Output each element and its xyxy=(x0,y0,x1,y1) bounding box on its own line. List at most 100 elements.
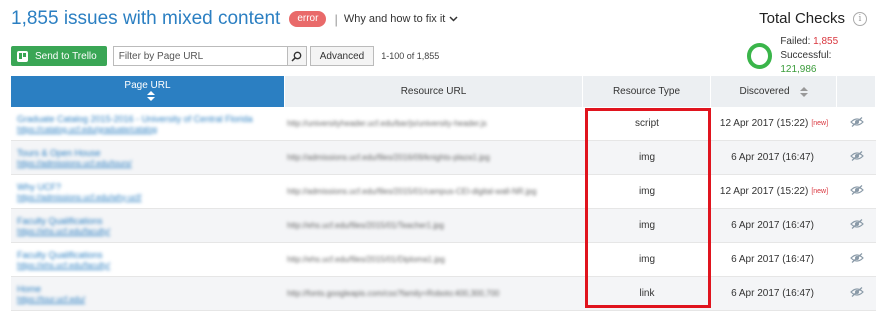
search-button[interactable] xyxy=(287,46,307,66)
search-icon xyxy=(291,51,302,62)
column-page-url-label: Page URL xyxy=(124,80,171,91)
table-row: Home https://tour.ucf.edu/http://fonts.go… xyxy=(11,277,876,311)
discovered-date: 12 Apr 2017 (15:22) xyxy=(719,118,809,129)
hide-row-button[interactable] xyxy=(837,209,876,242)
why-and-how-link[interactable]: Why and how to fix it xyxy=(344,13,459,25)
page-title-link[interactable]: Why UCF? xyxy=(17,182,279,192)
column-discovered-label: Discovered xyxy=(739,86,790,97)
resource-url-text: http://universityheader.ucf.edu/bar/js/u… xyxy=(287,118,487,128)
page-title-link[interactable]: Home xyxy=(17,284,279,294)
page-url-link[interactable]: https://ehs.ucf.edu/faculty/ xyxy=(17,227,279,236)
advanced-filter-button[interactable]: Advanced xyxy=(309,46,375,66)
resource-url-cell: http://fonts.googleapis.com/css?family=R… xyxy=(285,277,583,310)
page-header: 1,855 issues with mixed content error | … xyxy=(11,8,458,30)
issues-table: Page URL Resource URL Resource Type Disc… xyxy=(11,76,876,311)
page-url-cell: Why UCF? https://admissions.ucf.edu/why-u… xyxy=(11,175,285,208)
discovered-cell: 12 Apr 2017 (15:22) [new] xyxy=(711,175,837,208)
column-visibility xyxy=(837,76,876,107)
column-resource-type: Resource Type xyxy=(583,76,711,107)
resource-url-cell: http://ehs.ucf.edu/files/2015/01/Teacher… xyxy=(285,209,583,242)
header-separator: | xyxy=(334,11,338,27)
new-tag: [new] xyxy=(811,188,829,195)
eye-slash-icon xyxy=(849,151,864,164)
discovered-cell: 6 Apr 2017 (16:47) xyxy=(711,141,837,174)
resource-url-cell: http://admissions.ucf.edu/files/2016/09/… xyxy=(285,141,583,174)
hide-row-button[interactable] xyxy=(837,243,876,276)
new-tag: [new] xyxy=(811,120,829,127)
page-url-cell: Faculty Qualifications https://ehs.ucf.ed… xyxy=(11,209,285,242)
resource-url-cell: http://ehs.ucf.edu/files/2015/01/Diploma… xyxy=(285,243,583,276)
total-checks-panel: Total Checks i Failed: 1,855 Successful:… xyxy=(747,10,867,77)
page-url-link[interactable]: https://admissions.ucf.edu/tours/ xyxy=(17,159,279,168)
page-title: 1,855 issues with mixed content xyxy=(11,8,281,29)
sort-icon xyxy=(799,86,808,97)
successful-label: Successful: xyxy=(780,50,832,61)
results-range: 1-100 of 1,855 xyxy=(381,51,440,61)
eye-slash-icon xyxy=(849,219,864,232)
resource-url-cell: http://universityheader.ucf.edu/bar/js/u… xyxy=(285,107,583,140)
page-url-cell: Home https://tour.ucf.edu/ xyxy=(11,277,285,310)
eye-slash-icon xyxy=(849,287,864,300)
filter-by-url-input[interactable] xyxy=(112,46,288,66)
resource-url-text: http://admissions.ucf.edu/files/2016/09/… xyxy=(287,152,490,162)
discovered-date: 6 Apr 2017 (16:47) xyxy=(731,288,814,299)
discovered-date: 6 Apr 2017 (16:47) xyxy=(731,254,814,265)
table-body: Graduate Catalog 2015-2016 - University … xyxy=(11,107,876,311)
table-row: Why UCF? https://admissions.ucf.edu/why-u… xyxy=(11,175,876,209)
page-url-link[interactable]: https://catalog.ucf.edu/graduate/catalog xyxy=(17,125,279,134)
info-icon[interactable]: i xyxy=(853,11,867,26)
why-and-how-label: Why and how to fix it xyxy=(343,13,446,25)
page-title-link[interactable]: Graduate Catalog 2015-2016 - University … xyxy=(17,114,279,124)
eye-slash-icon xyxy=(849,253,864,266)
hide-row-button[interactable] xyxy=(837,277,876,310)
chevron-down-icon xyxy=(449,16,458,22)
page-url-cell: Tours & Open House https://admissions.ucf… xyxy=(11,141,285,174)
hide-row-button[interactable] xyxy=(837,175,876,208)
total-checks-title: Total Checks xyxy=(759,10,845,27)
table-row: Graduate Catalog 2015-2016 - University … xyxy=(11,107,876,141)
resource-type-cell: img xyxy=(638,220,656,231)
page-url-link[interactable]: https://ehs.ucf.edu/faculty/ xyxy=(17,261,279,270)
eye-slash-icon xyxy=(849,117,864,130)
column-page-url[interactable]: Page URL xyxy=(11,76,285,107)
page-url-cell: Graduate Catalog 2015-2016 - University … xyxy=(11,107,285,140)
table-row: Faculty Qualifications https://ehs.ucf.ed… xyxy=(11,209,876,243)
discovered-date: 6 Apr 2017 (16:47) xyxy=(731,220,814,231)
page-url-link[interactable]: https://tour.ucf.edu/ xyxy=(17,295,279,304)
checks-ring-chart xyxy=(747,43,773,69)
send-to-trello-label: Send to Trello xyxy=(35,50,97,62)
column-discovered[interactable]: Discovered xyxy=(711,76,837,107)
table-header: Page URL Resource URL Resource Type Disc… xyxy=(11,76,876,107)
resource-url-cell: http://admissions.ucf.edu/files/2015/01/… xyxy=(285,175,583,208)
page-url-cell: Faculty Qualifications https://ehs.ucf.ed… xyxy=(11,243,285,276)
error-badge: error xyxy=(289,11,327,27)
table-row: Faculty Qualifications https://ehs.ucf.ed… xyxy=(11,243,876,277)
resource-url-text: http://fonts.googleapis.com/css?family=R… xyxy=(287,288,500,298)
table-row: Tours & Open House https://admissions.ucf… xyxy=(11,141,876,175)
discovered-cell: 12 Apr 2017 (15:22) [new] xyxy=(711,107,837,140)
discovered-cell: 6 Apr 2017 (16:47) xyxy=(711,243,837,276)
discovered-cell: 6 Apr 2017 (16:47) xyxy=(711,277,837,310)
discovered-date: 12 Apr 2017 (15:22) xyxy=(719,186,809,197)
page-title-link[interactable]: Faculty Qualifications xyxy=(17,216,279,226)
resource-type-cell: link xyxy=(639,288,655,299)
resource-url-text: http://admissions.ucf.edu/files/2015/01/… xyxy=(287,186,537,196)
discovered-cell: 6 Apr 2017 (16:47) xyxy=(711,209,837,242)
send-to-trello-button[interactable]: Send to Trello xyxy=(11,46,107,66)
trello-icon xyxy=(17,50,28,62)
resource-type-cell: img xyxy=(638,186,656,197)
page-url-link[interactable]: https://admissions.ucf.edu/why-ucf/ xyxy=(17,193,279,202)
page-title-link[interactable]: Tours & Open House xyxy=(17,148,279,158)
resource-type-cell: img xyxy=(638,254,656,265)
discovered-date: 6 Apr 2017 (16:47) xyxy=(731,152,814,163)
resource-url-text: http://ehs.ucf.edu/files/2015/01/Teacher… xyxy=(287,220,444,230)
resource-url-text: http://ehs.ucf.edu/files/2015/01/Diploma… xyxy=(287,254,445,264)
page-title-link[interactable]: Faculty Qualifications xyxy=(17,250,279,260)
hide-row-button[interactable] xyxy=(837,107,876,140)
resource-type-cell: img xyxy=(638,152,656,163)
column-resource-url: Resource URL xyxy=(285,76,583,107)
successful-value: 121,986 xyxy=(780,64,817,75)
hide-row-button[interactable] xyxy=(837,141,876,174)
failed-value: 1,855 xyxy=(813,36,839,47)
failed-label: Failed: xyxy=(780,36,811,47)
